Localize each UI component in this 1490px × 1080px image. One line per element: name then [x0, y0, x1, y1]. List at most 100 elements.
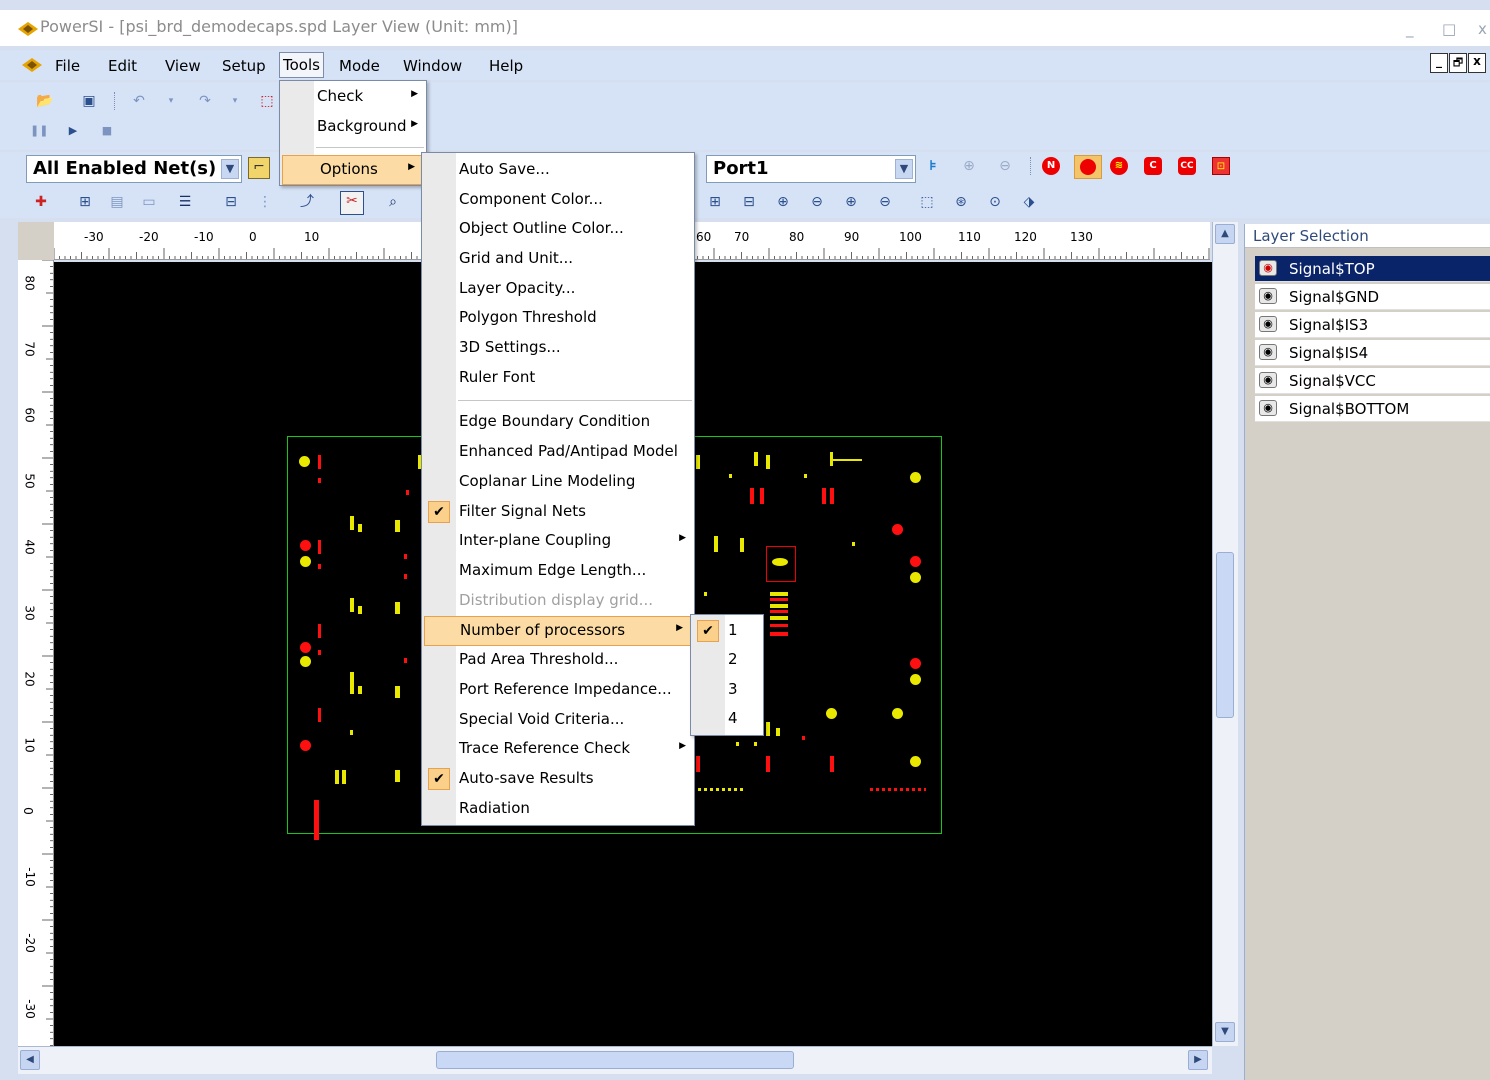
menu-edit[interactable]: Edit — [104, 55, 141, 77]
layer-row-signal-bottom[interactable]: ◉ Signal$BOTTOM — [1255, 396, 1490, 422]
menu-item-3d-settings[interactable]: 3D Settings... — [422, 334, 694, 362]
sim-s-button[interactable] — [1074, 155, 1102, 179]
menu-item-processors-3[interactable]: 3 — [691, 676, 763, 704]
play-icon[interactable]: ▶ — [64, 122, 82, 140]
net-filter-combo[interactable]: All Enabled Net(s) ▼ — [26, 155, 242, 183]
add-port-icon[interactable]: ⊧ — [924, 157, 942, 175]
net-edit-icon[interactable]: ⌐ — [248, 157, 270, 179]
vertical-scrollbar[interactable]: ▲ ▼ — [1212, 222, 1238, 1046]
menu-item-processors-4[interactable]: 4 — [691, 705, 763, 733]
add-box-icon[interactable]: ▭ — [140, 193, 158, 211]
menu-item-special-void-criteria[interactable]: Special Void Criteria... — [422, 706, 694, 734]
eye-icon[interactable]: ◉ — [1259, 260, 1277, 276]
menu-mode[interactable]: Mode — [335, 55, 384, 77]
undo-icon[interactable]: ↶ — [130, 92, 148, 110]
vertical-scroll-thumb[interactable] — [1216, 552, 1234, 718]
undo-dropdown-icon[interactable]: ▾ — [162, 92, 180, 110]
zoom-selection-icon[interactable]: ⊛ — [952, 193, 970, 211]
zoom-in-box-icon[interactable]: ⊞ — [706, 193, 724, 211]
port-select-combo[interactable]: Port1 ▼ — [706, 155, 916, 183]
minimize-button[interactable]: _ — [1406, 20, 1414, 38]
eye-icon[interactable]: ◉ — [1259, 316, 1277, 332]
menu-item-pad-area-threshold[interactable]: Pad Area Threshold... — [422, 646, 694, 674]
add-trace-icon[interactable]: ⊞ — [76, 193, 94, 211]
menu-item-processors-1[interactable]: ✔ 1 — [691, 617, 763, 645]
menu-item-auto-save-results[interactable]: ✔ Auto-save Results — [422, 765, 694, 793]
layers-icon[interactable]: ☰ — [176, 193, 194, 211]
menu-item-edge-boundary-condition[interactable]: Edge Boundary Condition — [422, 408, 694, 436]
menu-item-enhanced-pad-antipad-model[interactable]: Enhanced Pad/Antipad Model — [422, 438, 694, 466]
zoom-in-icon[interactable]: ⊕ — [774, 193, 792, 211]
menu-item-processors-2[interactable]: 2 — [691, 646, 763, 674]
menu-item-maximum-edge-length[interactable]: Maximum Edge Length... — [422, 557, 694, 585]
chevron-down-icon[interactable]: ▼ — [221, 159, 239, 179]
open-folder-icon[interactable]: 📂 — [36, 92, 54, 110]
remove-node-icon[interactable]: ⊖ — [996, 157, 1014, 175]
menu-item-options[interactable]: Options ▶ — [282, 155, 424, 185]
eye-icon[interactable]: ◉ — [1259, 288, 1277, 304]
3d-view-icon[interactable]: ⬗ — [1020, 193, 1038, 211]
stop-icon[interactable]: ■ — [98, 122, 116, 140]
menu-view[interactable]: View — [161, 55, 205, 77]
zoom-out-icon[interactable]: ⊖ — [808, 193, 826, 211]
menu-tools[interactable]: Tools — [279, 52, 324, 78]
menu-item-background[interactable]: Background ▶ — [280, 113, 426, 141]
layer-row-signal-is4[interactable]: ◉ Signal$IS4 — [1255, 340, 1490, 366]
chevron-down-icon[interactable]: ▼ — [895, 159, 913, 179]
menu-file[interactable]: File — [51, 55, 84, 77]
layer-row-signal-is3[interactable]: ◉ Signal$IS3 — [1255, 312, 1490, 338]
eye-icon[interactable]: ◉ — [1259, 344, 1277, 360]
menu-setup[interactable]: Setup — [218, 55, 270, 77]
app-menu-icon[interactable] — [22, 58, 42, 72]
pause-icon[interactable]: ❚❚ — [30, 122, 48, 140]
add-point-icon[interactable]: ✚ — [32, 193, 50, 211]
scroll-down-button[interactable]: ▼ — [1215, 1022, 1235, 1042]
layer-row-signal-gnd[interactable]: ◉ Signal$GND — [1255, 284, 1490, 310]
menu-item-inter-plane-coupling[interactable]: Inter-plane Coupling ▶ — [422, 527, 694, 555]
cut-icon[interactable]: ✂ — [340, 191, 364, 215]
measure-icon[interactable]: ⤴ — [298, 193, 316, 211]
add-node-icon[interactable]: ⊕ — [960, 157, 978, 175]
add-via-icon[interactable]: ⊟ — [222, 193, 240, 211]
layer-row-signal-vcc[interactable]: ◉ Signal$VCC — [1255, 368, 1490, 394]
zoom-previous-icon[interactable]: ⊖ — [876, 193, 894, 211]
menu-help[interactable]: Help — [485, 55, 527, 77]
sim-c-icon[interactable]: C — [1144, 157, 1162, 175]
redo-icon[interactable]: ↷ — [196, 92, 214, 110]
menu-item-filter-signal-nets[interactable]: ✔ Filter Signal Nets — [422, 498, 694, 526]
align-icon[interactable]: ⋮ — [256, 193, 274, 211]
mdi-minimize-button[interactable]: _ — [1430, 53, 1448, 73]
close-button[interactable]: x — [1478, 20, 1487, 38]
maximize-button[interactable]: □ — [1442, 20, 1456, 38]
menu-item-coplanar-line-modeling[interactable]: Coplanar Line Modeling — [422, 468, 694, 496]
menu-item-grid-and-unit[interactable]: Grid and Unit... — [422, 245, 694, 273]
menu-window[interactable]: Window — [399, 55, 466, 77]
find-icon[interactable]: ⌕ — [384, 193, 402, 211]
menu-item-port-reference-impedance[interactable]: Port Reference Impedance... — [422, 676, 694, 704]
sim-n-icon[interactable]: N — [1042, 157, 1060, 175]
menu-item-object-outline-color[interactable]: Object Outline Color... — [422, 215, 694, 243]
horizontal-scrollbar[interactable]: ◀ ▶ — [18, 1046, 1212, 1074]
sim-cc-icon[interactable]: CC — [1178, 157, 1196, 175]
eye-icon[interactable]: ◉ — [1259, 372, 1277, 388]
sim-s2-icon[interactable]: ≋ — [1110, 157, 1128, 175]
sim-grid-icon[interactable]: ⊡ — [1212, 157, 1230, 175]
eye-icon[interactable]: ◉ — [1259, 400, 1277, 416]
redo-dropdown-icon[interactable]: ▾ — [226, 92, 244, 110]
horizontal-scroll-thumb[interactable] — [436, 1051, 794, 1069]
zoom-window-icon[interactable]: ⊕ — [842, 193, 860, 211]
menu-item-component-color[interactable]: Component Color... — [422, 186, 694, 214]
menu-item-trace-reference-check[interactable]: Trace Reference Check ▶ — [422, 735, 694, 763]
scroll-left-button[interactable]: ◀ — [20, 1050, 40, 1070]
menu-item-number-of-processors[interactable]: Number of processors ▶ — [424, 616, 692, 646]
rotate-view-icon[interactable]: ⊙ — [986, 193, 1004, 211]
menu-item-auto-save[interactable]: Auto Save... — [422, 156, 694, 184]
zoom-out-box-icon[interactable]: ⊟ — [740, 193, 758, 211]
mdi-restore-button[interactable]: 🗗 — [1449, 53, 1467, 73]
add-shape-icon[interactable]: ▤ — [108, 193, 126, 211]
scroll-right-button[interactable]: ▶ — [1188, 1050, 1208, 1070]
menu-item-layer-opacity[interactable]: Layer Opacity... — [422, 275, 694, 303]
mdi-close-button[interactable]: x — [1468, 53, 1486, 73]
layer-row-signal-top[interactable]: ◉ Signal$TOP — [1255, 256, 1490, 282]
scroll-up-button[interactable]: ▲ — [1215, 224, 1235, 244]
